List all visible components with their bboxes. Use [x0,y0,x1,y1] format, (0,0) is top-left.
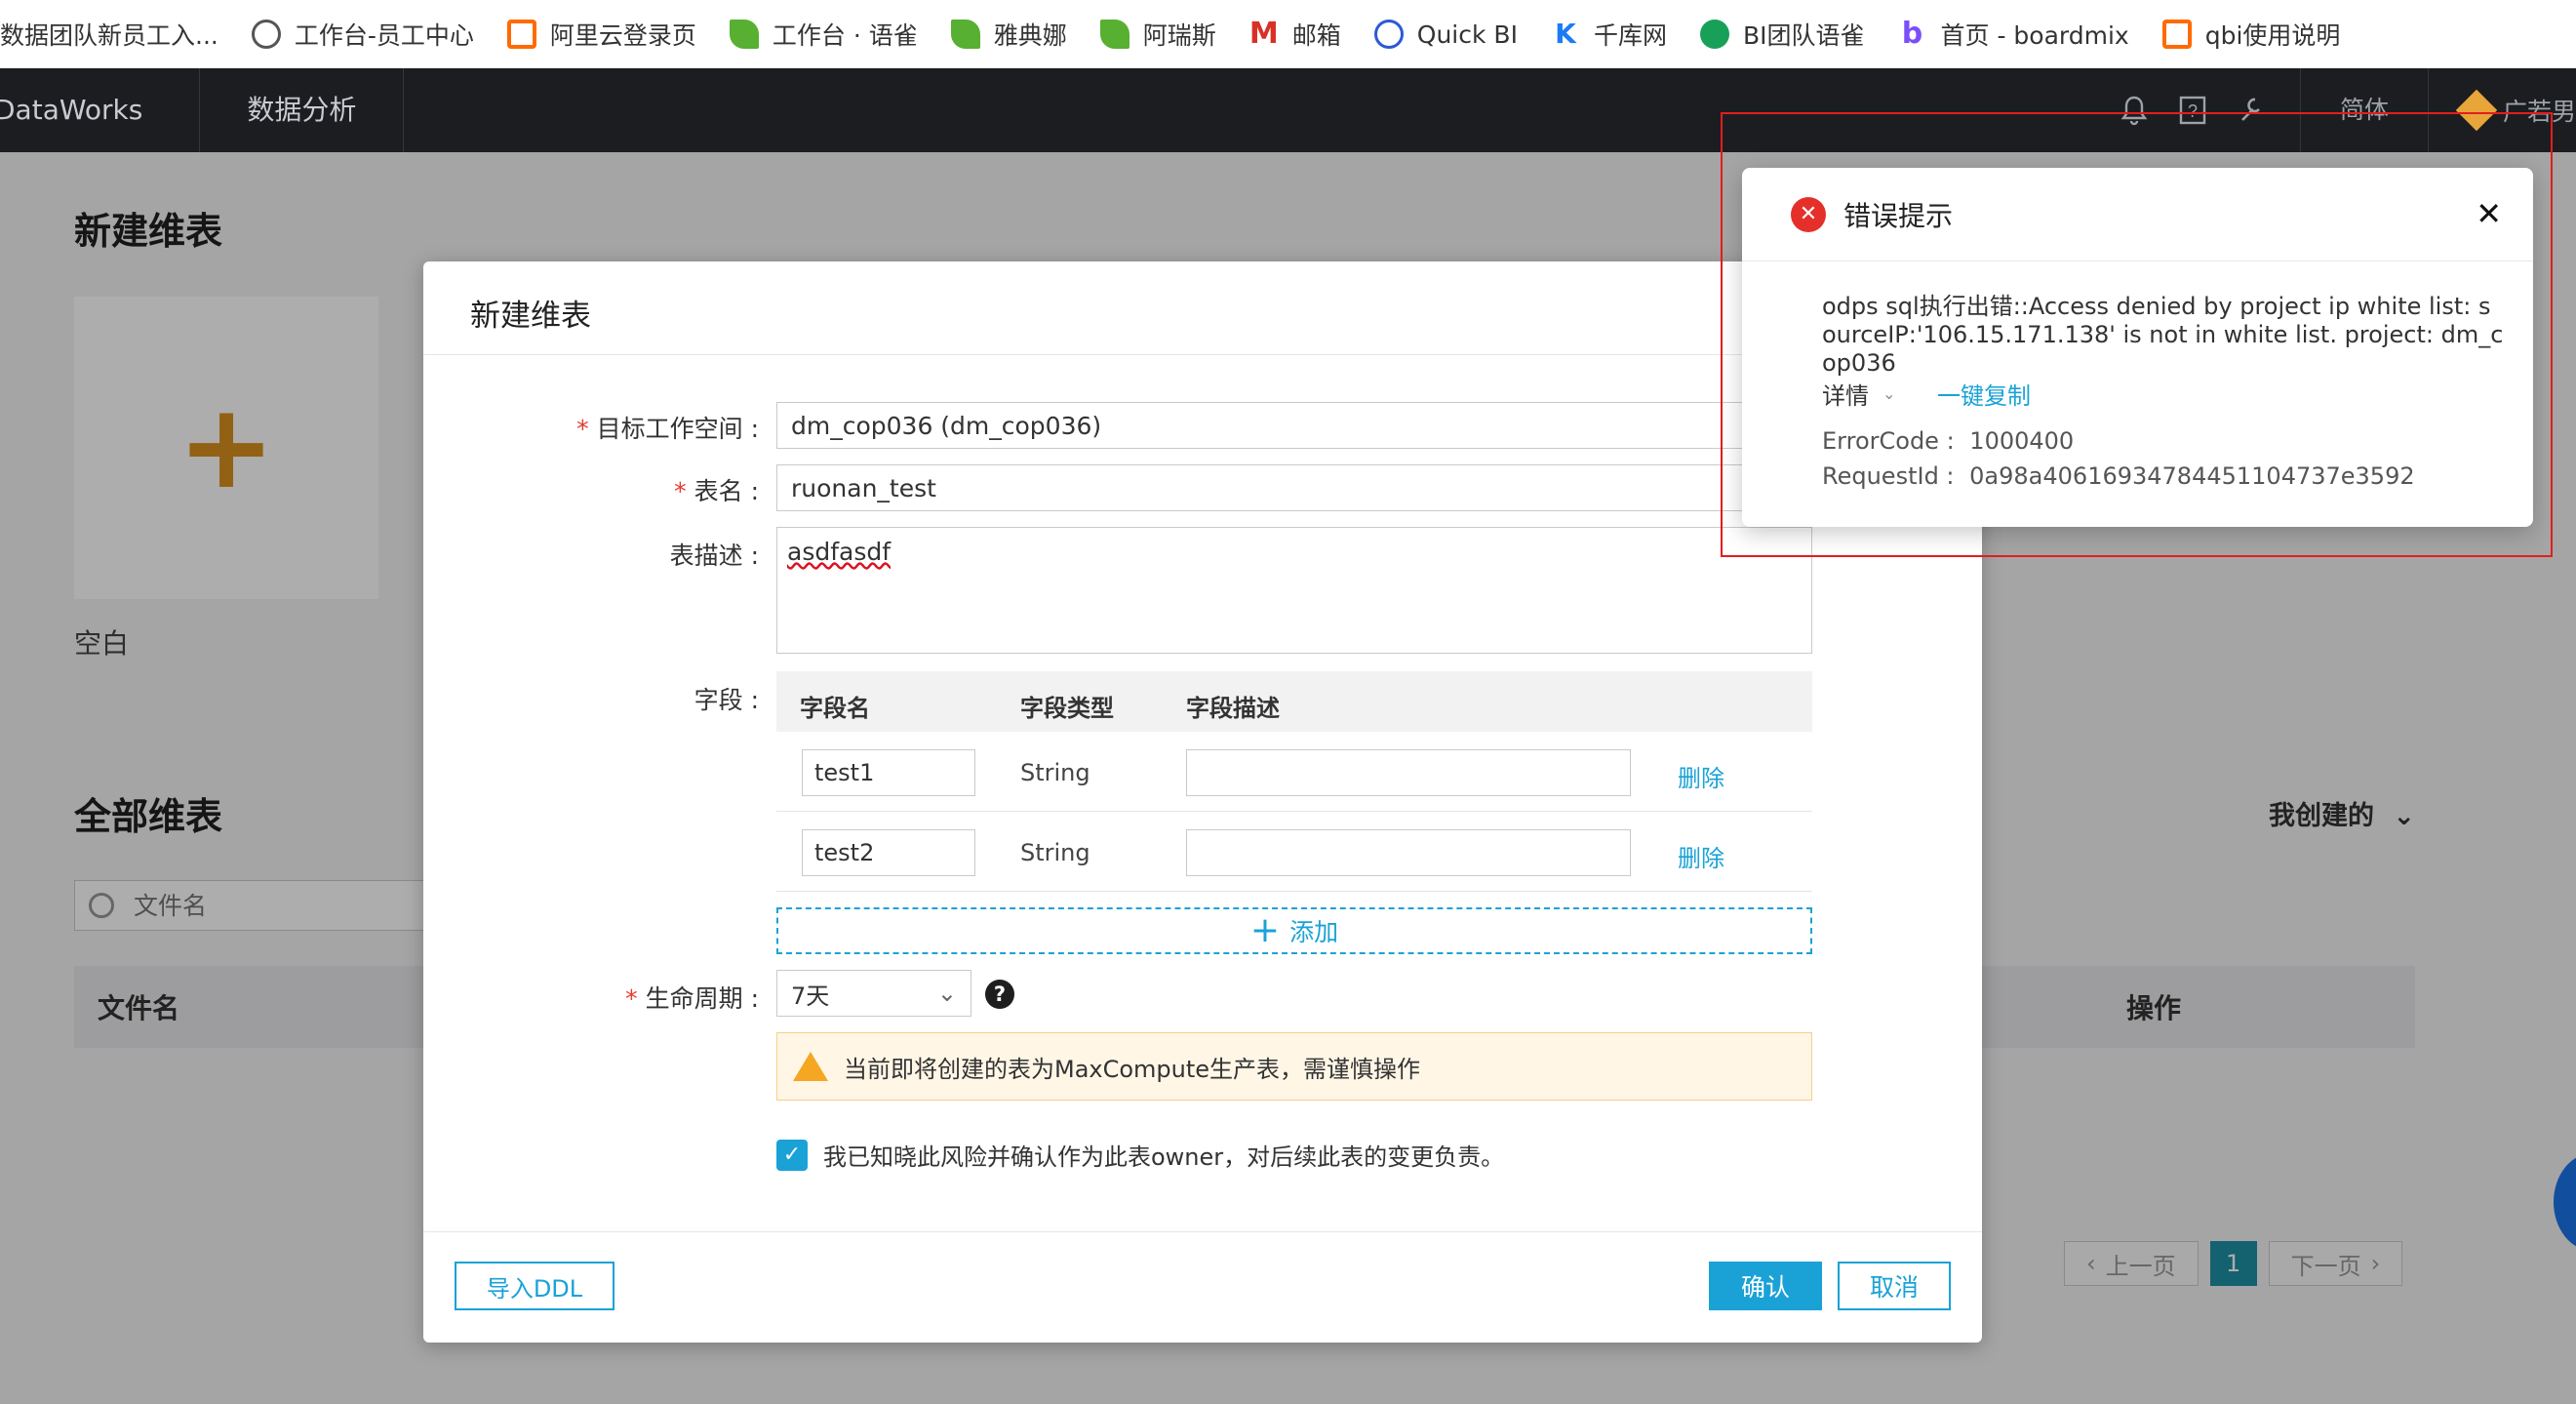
bookmark-label: 阿瑞斯 [1142,21,1216,50]
bookmark-item[interactable]: 工作台-员工中心 [251,17,474,52]
warning-text: 当前即将创建的表为MaxCompute生产表，需谨慎操作 [844,1055,1421,1083]
error-code-row: ErrorCode : 1000400 [1822,427,2074,455]
aliyun-icon [506,20,536,49]
leaf-icon [950,20,980,49]
field-name-input[interactable] [802,749,975,796]
bookmark-item[interactable]: 阿瑞斯 [1099,17,1216,52]
import-ddl-button[interactable]: 导入DDL [455,1262,614,1310]
col-field-name: 字段名 [800,695,870,722]
bookmark-item[interactable]: Quick BI [1373,20,1518,49]
bookmark-label: 雅典娜 [993,21,1067,50]
bookmark-label: 千库网 [1593,21,1667,50]
field-type: String [1020,759,1090,786]
desc-text: asdfasdf [787,538,892,566]
cancel-button[interactable]: 取消 [1838,1262,1951,1310]
bookmark-item[interactable]: 工作台 · 语雀 [729,17,918,52]
col-field-desc: 字段描述 [1186,695,1280,722]
bookmark-item[interactable]: K 千库网 [1550,17,1667,52]
col-field-type: 字段类型 [1020,695,1114,722]
bookmark-item[interactable]: 雅典娜 [950,17,1067,52]
bookmark-item[interactable]: BI团队语雀 [1699,17,1865,52]
request-id-value: 0a98a40616934784451104737e3592 [1969,462,2415,490]
lifecycle-label-text: 生命周期 : [645,984,759,1013]
brand-logo[interactable]: DataWorks [0,68,201,152]
error-message: odps sql执行出错::Access denied by project i… [1822,293,2504,377]
bookmark-label: BI团队语雀 [1742,21,1865,50]
aliyun-icon [2161,20,2192,49]
chevron-down-icon: ⌄ [936,980,957,1007]
bookmark-item[interactable]: M 邮箱 [1248,17,1341,52]
workspace-input[interactable] [776,402,1812,449]
risk-confirm-checkbox[interactable]: ✓ [776,1139,808,1171]
fields-label: 字段 : [694,686,759,714]
yuque-icon [729,20,759,49]
bookmark-label: 阿里云登录页 [549,21,696,50]
add-field-button[interactable]: + 添加 [776,907,1812,954]
delete-field-button[interactable]: 删除 [1678,839,1724,873]
leaf-icon [1099,20,1129,49]
bookmark-label: 工作台-员工中心 [294,21,474,50]
close-icon[interactable]: ✕ [2476,195,2502,232]
field-row: String 删除 [776,732,1812,812]
workspace-label-text: 目标工作空间 : [596,415,759,443]
bookmark-item[interactable]: qbi使用说明 [2161,17,2341,52]
risk-confirm-text: 我已知晓此风险并确认作为此表owner，对后续此表的变更负责。 [823,1143,1505,1171]
error-detail-label: 详情 [1822,382,1869,410]
lifecycle-label: * 生命周期 : [625,984,759,1013]
error-icon: ✕ [1791,196,1826,232]
table-name-label-text: 表名 : [694,477,759,505]
lifecycle-value: 7天 [791,982,830,1010]
bookmark-item[interactable]: 阿里云登录页 [506,17,696,52]
field-type: String [1020,839,1090,866]
bookmark-label: 邮箱 [1291,21,1341,50]
risk-confirm-row: ✓ 我已知晓此风险并确认作为此表owner，对后续此表的变更负责。 [776,1138,1504,1172]
error-code-value: 1000400 [1969,427,2075,455]
warning-icon [793,1052,828,1081]
help-icon[interactable]: ? [985,980,1014,1009]
desc-textarea[interactable]: asdfasdf [776,527,1812,654]
copy-error-button[interactable]: 一键复制 [1937,377,2031,411]
confirm-button[interactable]: 确认 [1709,1262,1822,1310]
fields-table-header: 字段名 字段类型 字段描述 [776,671,1812,732]
bookmark-item[interactable]: b 首页 - boardmix [1897,17,2129,52]
table-name-label: * 表名 : [674,477,759,505]
error-title: 错误提示 [1843,199,1954,232]
table-name-input[interactable] [776,464,1812,511]
bookmark-label: 首页 - boardmix [1940,21,2129,50]
delete-field-button[interactable]: 删除 [1678,759,1724,793]
bookmark-label: 数据团队新员工入... [0,21,218,50]
plus-icon: + [1249,910,1281,950]
request-id-row: RequestId : 0a98a40616934784451104737e35… [1822,462,2415,490]
field-desc-input[interactable] [1186,829,1631,876]
bookmark-label: 工作台 · 语雀 [772,21,918,50]
chevron-down-icon: ⌄ [1882,384,1896,403]
globe-icon [251,20,281,49]
bookmark-label: Quick BI [1416,20,1518,49]
field-name-input[interactable] [802,829,975,876]
error-header: ✕ 错误提示 ✕ [1742,168,2533,261]
workspace-label: * 目标工作空间 : [576,415,759,443]
error-code-label: ErrorCode : [1822,427,1955,455]
tree-icon [1699,20,1729,49]
quickbi-icon [1373,20,1404,49]
request-id-label: RequestId : [1822,462,1955,490]
error-notification: ✕ 错误提示 ✕ odps sql执行出错::Access denied by … [1742,168,2533,527]
bookmark-label: qbi使用说明 [2204,21,2341,50]
desc-label: 表描述 : [669,542,759,570]
field-row: String 删除 [776,812,1812,892]
add-field-label: 添加 [1289,918,1339,946]
mail-icon: M [1248,17,1279,51]
field-desc-input[interactable] [1186,749,1631,796]
error-detail-toggle[interactable]: 详情 ⌄ [1822,377,1895,411]
qianku-icon: K [1550,20,1580,49]
warning-banner: 当前即将创建的表为MaxCompute生产表，需谨慎操作 [776,1032,1812,1101]
bookmark-item[interactable]: 数据团队新员工入... [0,17,218,52]
lifecycle-select[interactable]: 7天 ⌄ [776,970,971,1017]
modal-footer: 导入DDL 确认 取消 [423,1231,1982,1343]
boardmix-icon: b [1897,20,1927,49]
tab-data-analysis[interactable]: 数据分析 [200,68,405,152]
bookmarks-bar: 数据团队新员工入... 工作台-员工中心 阿里云登录页 工作台 · 语雀 雅典娜… [0,0,2576,68]
